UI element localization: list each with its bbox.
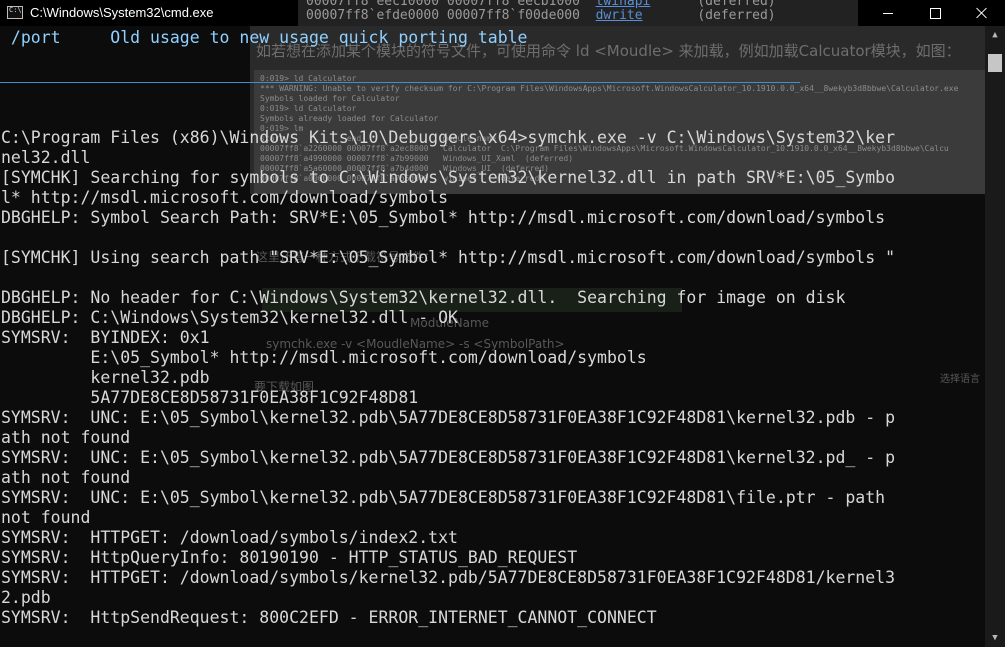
console-line: l* http://msdl.microsoft.com/download/sy… bbox=[1, 188, 449, 207]
scrollbar[interactable]: ▲ ▼ bbox=[985, 26, 1005, 647]
background-row: 00007ff8`efde0000 00007ff8`f00de000 dwri… bbox=[306, 8, 776, 23]
console-line: nel32.dll bbox=[1, 148, 91, 167]
console-line: 5A77DE8CE8D58731F0EA38F1C92F48D81 bbox=[1, 388, 419, 407]
console-line: ath not found bbox=[1, 428, 131, 447]
console-line: kernel32.pdb bbox=[1, 368, 210, 387]
console-line: ath not found bbox=[1, 468, 131, 487]
console-line: [SYMCHK] Using search path "SRV*E:\05_Sy… bbox=[1, 248, 896, 267]
console-line: SYMSRV: UNC: E:\05_Symbol\kernel32.pdb\5… bbox=[1, 448, 896, 467]
scrollbar-thumb[interactable] bbox=[988, 54, 1002, 72]
underline-rule bbox=[0, 82, 800, 83]
minimize-icon bbox=[883, 12, 893, 14]
maximize-button[interactable] bbox=[912, 0, 958, 26]
console-line: DBGHELP: C:\Windows\System32\kernel32.dl… bbox=[1, 308, 458, 327]
console-line: 2.pdb bbox=[1, 588, 51, 607]
console-line: [SYMCHK] Searching for symbols to C:\Win… bbox=[1, 168, 896, 187]
console-line: SYMSRV: BYINDEX: 0x1 bbox=[1, 328, 210, 347]
console-line: SYMSRV: UNC: E:\05_Symbol\kernel32.pdb\5… bbox=[1, 408, 896, 427]
console-line: not found bbox=[1, 508, 91, 527]
console-line: SYMSRV: HttpSendRequest: 800C2EFD - ERRO… bbox=[1, 608, 657, 627]
window-titlebar[interactable]: C:\Windows\System32\cmd.exe 00007ff8`eec… bbox=[0, 0, 1005, 26]
close-icon bbox=[976, 7, 988, 19]
scroll-up-arrow-icon[interactable]: ▲ bbox=[985, 26, 1005, 44]
console-line: E:\05_Symbol* http://msdl.microsoft.com/… bbox=[1, 348, 647, 367]
console-line: SYMSRV: HTTPGET: /download/symbols/index… bbox=[1, 528, 458, 547]
window-title: C:\Windows\System32\cmd.exe bbox=[30, 5, 214, 20]
console-line: SYMSRV: HttpQueryInfo: 80190190 - HTTP_S… bbox=[1, 548, 578, 567]
console-line: SYMSRV: HTTPGET: /download/symbols/kerne… bbox=[1, 568, 896, 587]
console-line: /port Old usage to new usage quick porti… bbox=[1, 28, 528, 47]
minimize-button[interactable] bbox=[865, 0, 911, 26]
console-output[interactable]: /port Old usage to new usage quick porti… bbox=[0, 26, 985, 647]
console-line: DBGHELP: Symbol Search Path: SRV*E:\05_S… bbox=[1, 208, 886, 227]
background-window-strip: 00007ff8`eec10000 00007ff8`eecb1000 twin… bbox=[298, 0, 858, 26]
console-line: DBGHELP: No header for C:\Windows\System… bbox=[1, 288, 846, 307]
console-line: SYMSRV: UNC: E:\05_Symbol\kernel32.pdb\5… bbox=[1, 488, 886, 507]
console-line: C:\Program Files (x86)\Windows Kits\10\D… bbox=[1, 128, 896, 147]
cmd-window-icon[interactable] bbox=[7, 6, 23, 19]
scroll-down-arrow-icon[interactable]: ▼ bbox=[985, 629, 1005, 647]
maximize-icon bbox=[929, 7, 941, 19]
close-button[interactable] bbox=[959, 0, 1005, 26]
